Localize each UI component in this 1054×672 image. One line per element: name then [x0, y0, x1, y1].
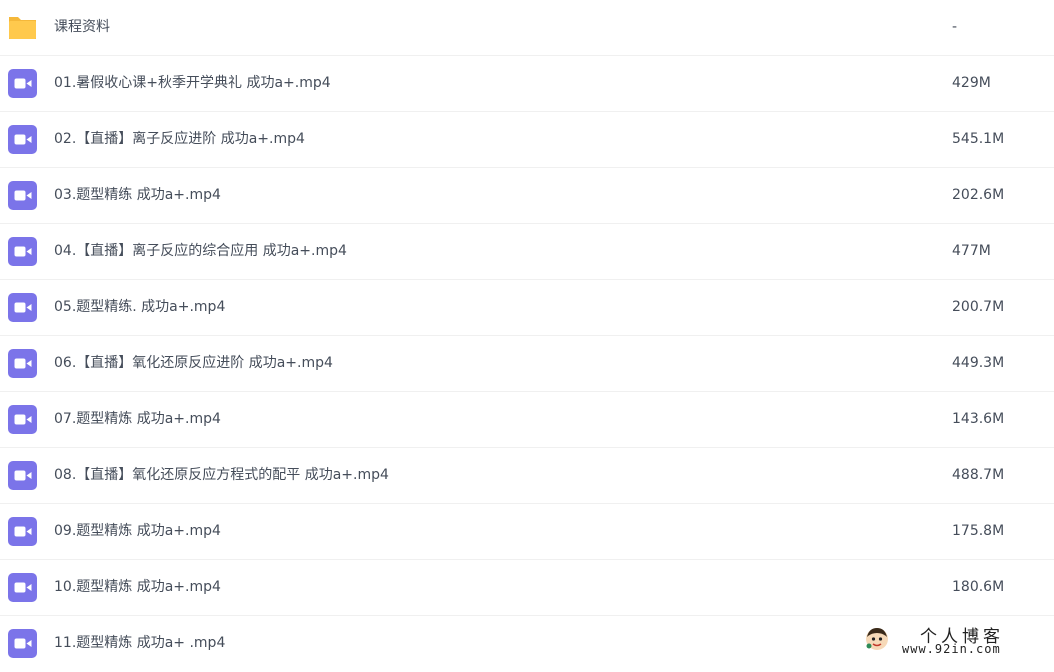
file-size: 143.6M — [952, 411, 1005, 427]
video-file-icon — [8, 181, 37, 210]
file-name: 02.【直播】离子反应进阶 成功a+.mp4 — [54, 131, 305, 147]
file-row[interactable]: 04.【直播】离子反应的综合应用 成功a+.mp4 477M — [0, 224, 1054, 280]
file-name: 08.【直播】氧化还原反应方程式的配平 成功a+.mp4 — [54, 467, 389, 483]
file-name: 06.【直播】氧化还原反应进阶 成功a+.mp4 — [54, 355, 333, 371]
video-file-icon — [8, 573, 37, 602]
file-size: 175.8M — [952, 523, 1005, 539]
file-name: 10.题型精炼 成功a+.mp4 — [54, 579, 221, 595]
file-size: 477M — [952, 243, 991, 259]
file-size: 449.3M — [952, 355, 1005, 371]
file-size: 202.6M — [952, 187, 1005, 203]
file-row[interactable]: 03.题型精练 成功a+.mp4 202.6M — [0, 168, 1054, 224]
file-row[interactable]: 02.【直播】离子反应进阶 成功a+.mp4 545.1M — [0, 112, 1054, 168]
file-name: 09.题型精炼 成功a+.mp4 — [54, 523, 221, 539]
file-name: 04.【直播】离子反应的综合应用 成功a+.mp4 — [54, 243, 347, 259]
file-row[interactable]: 05.题型精练. 成功a+.mp4 200.7M — [0, 280, 1054, 336]
folder-icon — [9, 17, 36, 39]
video-file-icon — [8, 629, 37, 658]
file-size: 429M — [952, 75, 991, 91]
video-file-icon — [8, 293, 37, 322]
video-file-icon — [8, 69, 37, 98]
file-row[interactable]: 08.【直播】氧化还原反应方程式的配平 成功a+.mp4 488.7M — [0, 448, 1054, 504]
file-name: 课程资料 — [54, 19, 110, 35]
video-file-icon — [8, 517, 37, 546]
file-row[interactable]: 10.题型精炼 成功a+.mp4 180.6M — [0, 560, 1054, 616]
file-row[interactable]: 06.【直播】氧化还原反应进阶 成功a+.mp4 449.3M — [0, 336, 1054, 392]
file-row[interactable]: 01.暑假收心课+秋季开学典礼 成功a+.mp4 429M — [0, 56, 1054, 112]
video-file-icon — [8, 461, 37, 490]
video-file-icon — [8, 125, 37, 154]
folder-row[interactable]: 课程资料 - — [0, 0, 1054, 56]
blog-watermark: 个人博客 www.92in.com — [862, 622, 1052, 660]
file-size: 488.7M — [952, 467, 1005, 483]
file-size: - — [952, 19, 958, 35]
file-name: 01.暑假收心课+秋季开学典礼 成功a+.mp4 — [54, 75, 331, 91]
cartoon-avatar-icon — [866, 628, 888, 650]
file-size: 200.7M — [952, 299, 1005, 315]
file-row[interactable]: 07.题型精炼 成功a+.mp4 143.6M — [0, 392, 1054, 448]
file-name: 07.题型精炼 成功a+.mp4 — [54, 411, 221, 427]
video-file-icon — [8, 237, 37, 266]
file-row[interactable]: 09.题型精炼 成功a+.mp4 175.8M — [0, 504, 1054, 560]
file-name: 03.题型精练 成功a+.mp4 — [54, 187, 221, 203]
file-size: 545.1M — [952, 131, 1005, 147]
file-name: 11.题型精炼 成功a+ .mp4 — [54, 635, 226, 651]
video-file-icon — [8, 349, 37, 378]
file-size: 180.6M — [952, 579, 1005, 595]
file-list: 课程资料 - 01.暑假收心课+秋季开学典礼 成功a+.mp4 429M 02.… — [0, 0, 1054, 662]
watermark-url: www.92in.com — [902, 642, 1001, 656]
video-file-icon — [8, 405, 37, 434]
file-name: 05.题型精练. 成功a+.mp4 — [54, 299, 226, 315]
